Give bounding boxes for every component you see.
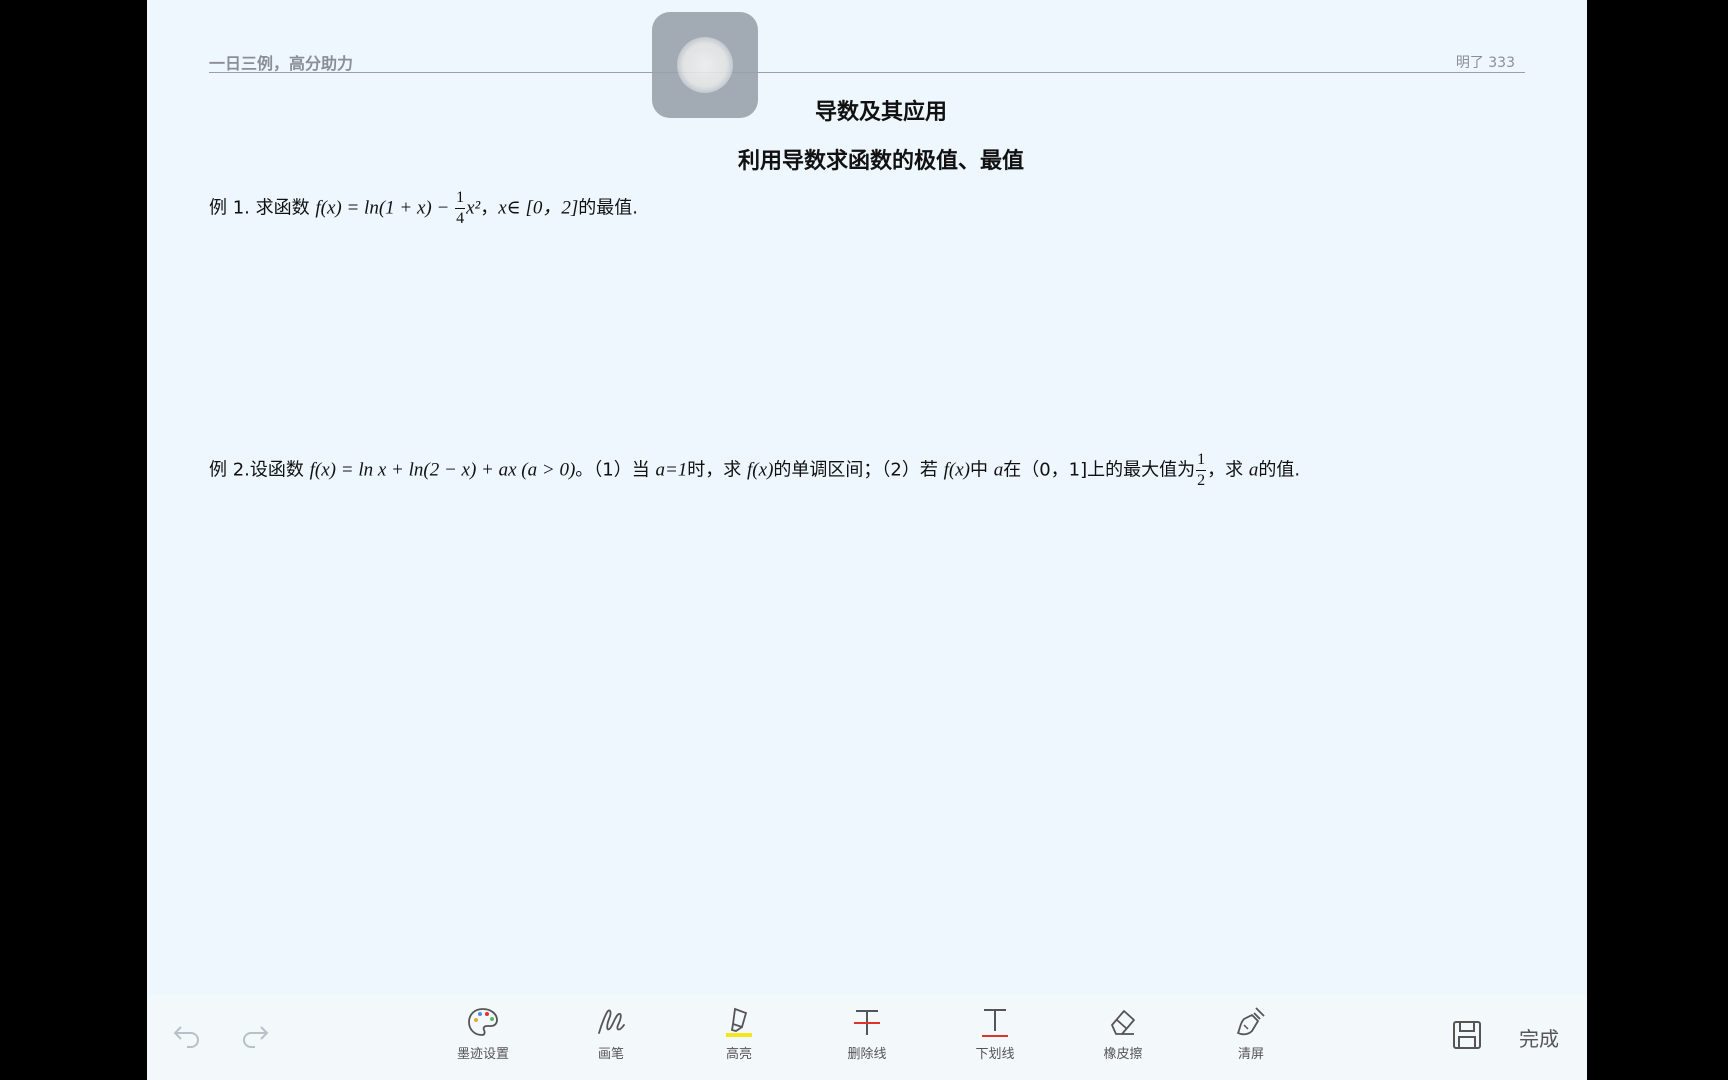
document-page: 一日三例，高分助力 明了 333 导数及其应用 利用导数求函数的极值、最值 例 … [147, 0, 1587, 1080]
example-2-a-eq: a=1 [655, 459, 688, 481]
example-2-fx: f(x) [943, 459, 970, 481]
page-title: 导数及其应用 [814, 100, 947, 125]
example-2-a: a [1248, 459, 1259, 481]
strikethrough-icon [854, 1010, 880, 1035]
save-icon[interactable] [1451, 1019, 1483, 1051]
tool-label: 删除线 [847, 1047, 887, 1062]
pen-icon [598, 1009, 625, 1034]
underline-icon [982, 1009, 1008, 1037]
palette-icon [468, 1008, 498, 1036]
example-1-suffix: 的最值. [578, 197, 638, 219]
example-1-prefix: 例 1. 求函数 [209, 197, 310, 219]
tool-clear-screen[interactable]: 清屏 [1201, 1005, 1301, 1062]
header-divider [209, 72, 1525, 73]
example-2-text: 的值. [1258, 459, 1301, 481]
tool-ink-settings[interactable]: 墨迹设置 [433, 1005, 533, 1062]
fraction-numerator: 1 [455, 190, 466, 209]
tool-label: 橡皮擦 [1103, 1047, 1143, 1062]
tool-label: 下划线 [975, 1047, 1015, 1062]
highlighter-icon [726, 1007, 752, 1037]
redo-icon[interactable] [237, 1017, 273, 1053]
example-1-formula: f(x) = ln(1 + x) − [315, 197, 455, 219]
fraction-one-half: 12 [1196, 452, 1207, 489]
example-2-text: 时，求 [687, 459, 742, 481]
tool-highlighter[interactable]: 高亮 [689, 1005, 789, 1062]
example-2-text: 在（0，1]上的最大值为 [1003, 459, 1196, 481]
assistive-touch-ring [677, 37, 733, 93]
fraction-denominator: 2 [1197, 472, 1206, 489]
tool-strikethrough[interactable]: 删除线 [817, 1005, 917, 1062]
fraction-numerator: 1 [1196, 452, 1207, 471]
example-1: 例 1. 求函数 f(x) = ln(1 + x) − 1 4 x²，x∈ [0，2… [209, 190, 638, 227]
example-2-fx: f(x) [747, 459, 774, 481]
tool-eraser[interactable]: 橡皮擦 [1073, 1005, 1173, 1062]
assistive-touch-button[interactable] [652, 12, 758, 118]
example-1-domain: x∈ [0，2] [498, 197, 579, 219]
done-button[interactable]: 完成 [1519, 1023, 1559, 1052]
tool-label: 墨迹设置 [456, 1047, 509, 1062]
tool-label: 清屏 [1237, 1047, 1264, 1062]
example-2-text: ，求 [1207, 459, 1244, 481]
example-2: 例 2.设函数 f(x) = ln x + ln(2 − x) + ax (a … [209, 452, 1300, 489]
example-2-formula: f(x) = ln x + ln(2 − x) + ax (a > 0) [309, 459, 576, 481]
example-2-text: 。（1）当 [575, 459, 650, 481]
example-2-text: 中 [969, 459, 988, 481]
tool-label: 高亮 [725, 1047, 752, 1062]
header-slogan: 一日三例，高分助力 [209, 54, 354, 73]
fraction-denominator: 4 [456, 210, 465, 227]
annotation-toolbar: 墨迹设置 画笔 高亮 删除线 下划线 橡皮擦 清屏 完成 [147, 995, 1587, 1080]
page-subtitle: 利用导数求函数的极值、最值 [737, 149, 1024, 174]
header-brand: 明了 333 [1455, 55, 1515, 71]
example-2-prefix: 例 2.设函数 [209, 459, 304, 481]
example-1-comma: ， [480, 197, 499, 219]
undo-icon[interactable] [169, 1017, 205, 1053]
example-2-text: 的单调区间；（2）若 [773, 459, 938, 481]
eraser-icon [1111, 1010, 1135, 1035]
tool-label: 画笔 [597, 1047, 624, 1062]
tool-pen[interactable]: 画笔 [561, 1005, 661, 1062]
broom-icon [1237, 1007, 1265, 1036]
example-2-a: a [993, 459, 1004, 481]
fraction-one-quarter: 14 [455, 190, 466, 227]
example-1-formula-tail: x² [466, 197, 481, 219]
tool-underline[interactable]: 下划线 [945, 1005, 1045, 1062]
